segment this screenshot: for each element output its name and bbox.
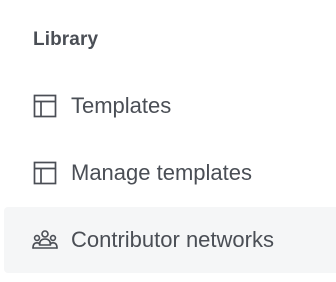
- template-layout-icon: [32, 160, 58, 186]
- menu-item-label: Manage templates: [71, 160, 252, 185]
- template-layout-icon: [32, 93, 58, 119]
- section-title-library: Library: [33, 29, 99, 50]
- menu-item-label: Templates: [71, 93, 172, 118]
- people-group-icon: [32, 227, 58, 253]
- menu-item-contributor-networks[interactable]: Contributor networks: [4, 207, 336, 273]
- menu-item-label: Contributor networks: [71, 227, 274, 252]
- library-menu: Library Templates Manage templates Contr…: [0, 0, 336, 282]
- menu-item-templates[interactable]: Templates: [4, 73, 336, 139]
- menu-item-manage-templates[interactable]: Manage templates: [4, 140, 336, 206]
